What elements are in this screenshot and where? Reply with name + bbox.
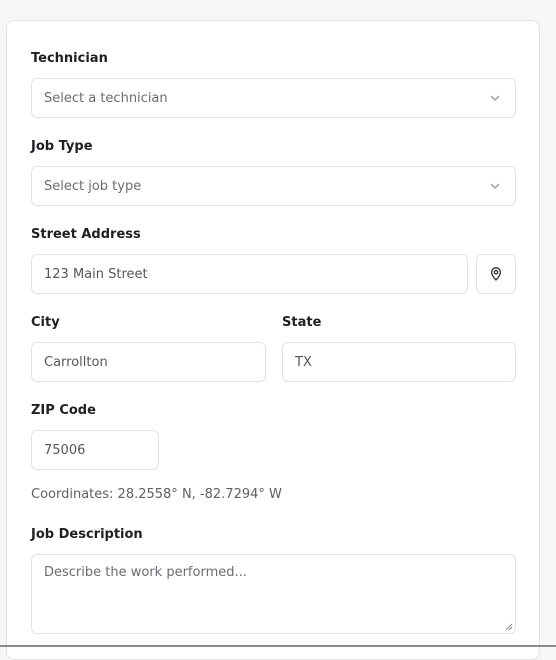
- coordinates-text: Coordinates: 28.2558° N, -82.7294° W: [31, 487, 282, 502]
- resize-handle-icon[interactable]: [503, 621, 513, 631]
- city-value: Carrollton: [44, 354, 108, 370]
- state-input[interactable]: TX: [282, 342, 516, 382]
- job-description-textarea[interactable]: Describe the work performed...: [31, 554, 516, 634]
- state-value: TX: [295, 354, 312, 370]
- street-address-value: 123 Main Street: [44, 266, 148, 282]
- job-type-select-value: Select job type: [44, 178, 142, 194]
- chevron-down-icon: [490, 183, 500, 189]
- job-description-label: Job Description: [31, 527, 143, 542]
- zip-code-value: 75006: [44, 442, 86, 458]
- city-input[interactable]: Carrollton: [31, 342, 266, 382]
- state-label: State: [282, 315, 322, 330]
- street-address-input[interactable]: 123 Main Street: [31, 254, 468, 294]
- job-type-label: Job Type: [31, 139, 93, 154]
- job-form-card: Technician Select a technician Job Type …: [6, 20, 540, 660]
- job-type-select[interactable]: Select job type: [31, 166, 516, 206]
- technician-select-value: Select a technician: [44, 90, 168, 106]
- city-label: City: [31, 315, 60, 330]
- technician-select[interactable]: Select a technician: [31, 78, 516, 118]
- job-description-placeholder: Describe the work performed...: [44, 565, 247, 580]
- chevron-down-icon: [490, 95, 500, 101]
- street-address-label: Street Address: [31, 227, 141, 242]
- zip-code-input[interactable]: 75006: [31, 430, 159, 470]
- map-pin-icon: [490, 267, 502, 281]
- locate-address-button[interactable]: [476, 254, 516, 294]
- zip-code-label: ZIP Code: [31, 403, 96, 418]
- technician-label: Technician: [31, 51, 108, 66]
